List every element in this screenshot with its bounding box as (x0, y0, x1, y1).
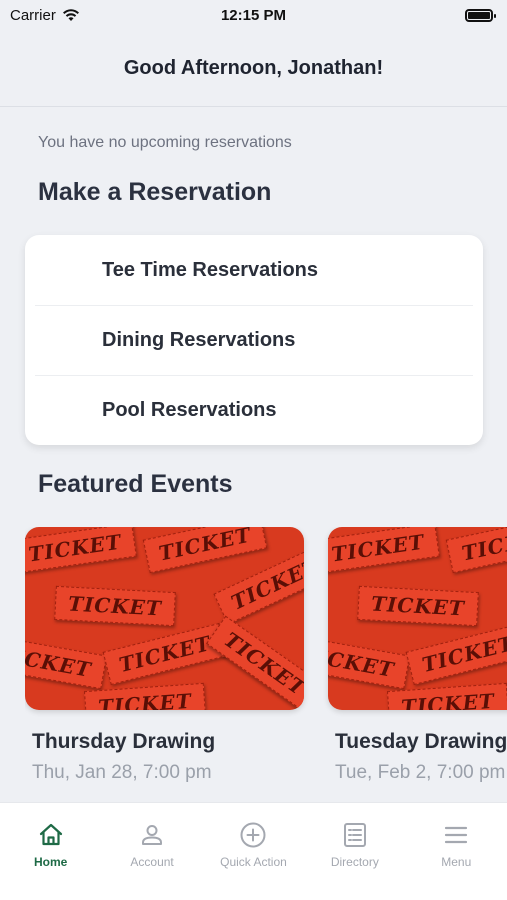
event-date: Thu, Jan 28, 7:00 pm (32, 762, 212, 783)
tab-bar: Home Account Quick Action Directory Menu (0, 802, 507, 900)
event-title: Thursday Drawing (32, 730, 216, 753)
event-card-tuesday-drawing[interactable]: TICKET TICKET TICKET TICKET TICKET TICKE… (328, 527, 507, 784)
home-icon (39, 823, 62, 846)
status-left: Carrier (10, 7, 80, 24)
directory-icon (343, 823, 366, 847)
reservation-item-label: Dining Reservations (102, 328, 296, 351)
ticket-graphic: TICKET (357, 585, 479, 627)
ticket-graphic: TICKET (25, 527, 137, 574)
ticket-graphic: TICKET (386, 682, 507, 710)
reservation-item-label: Pool Reservations (102, 398, 277, 421)
tab-directory[interactable]: Directory (304, 821, 405, 900)
ticket-graphic: TICKET (445, 527, 507, 574)
event-title: Tuesday Drawing (335, 730, 507, 753)
reservations-notice: You have no upcoming reservations (38, 134, 292, 151)
ticket-graphic: TICKET (83, 682, 207, 710)
pool-reservations-item[interactable]: Pool Reservations (25, 375, 483, 445)
event-image: TICKET TICKET TICKET TICKET TICKET TICKE… (328, 527, 507, 710)
tee-time-reservations-item[interactable]: Tee Time Reservations (25, 235, 483, 305)
ticket-graphic: TICKET (142, 527, 268, 574)
tab-label: Home (34, 855, 68, 869)
reservation-card: Tee Time Reservations Dining Reservation… (25, 235, 483, 445)
event-card-thursday-drawing[interactable]: TICKET TICKET TICKET TICKET TICKET TICKE… (25, 527, 304, 784)
featured-events-title: Featured Events (38, 470, 233, 498)
ticket-graphic: TICKET (54, 585, 176, 627)
dining-reservations-item[interactable]: Dining Reservations (25, 305, 483, 375)
ticket-graphic: TICKET (328, 527, 440, 574)
event-date: Tue, Feb 2, 7:00 pm (335, 762, 506, 783)
battery-icon (465, 8, 496, 22)
status-bar: Carrier 12:15 PM (0, 0, 507, 30)
ticket-graphic: TICKET (405, 622, 507, 686)
ticket-graphic: TICKET (25, 634, 108, 690)
tab-label: Quick Action (220, 855, 287, 869)
tab-menu[interactable]: Menu (406, 821, 507, 900)
wifi-icon (62, 9, 79, 21)
account-icon (142, 825, 163, 845)
tab-label: Account (130, 855, 174, 869)
ticket-graphic: TICKET (328, 634, 411, 690)
ticket-graphic: TICKET (102, 622, 228, 686)
featured-events-carousel[interactable]: TICKET TICKET TICKET TICKET TICKET TICKE… (25, 527, 507, 787)
event-image: TICKET TICKET TICKET TICKET TICKET TICKE… (25, 527, 304, 710)
tab-label: Menu (441, 855, 472, 869)
tab-home[interactable]: Home (0, 821, 101, 900)
header: Good Afternoon, Jonathan! (0, 30, 507, 107)
ticket-graphic: TICKET (206, 615, 304, 710)
tab-label: Directory (330, 855, 379, 869)
make-reservation-title: Make a Reservation (38, 178, 272, 206)
plus-circle-icon (240, 822, 266, 848)
menu-icon (445, 826, 468, 844)
carrier-label: Carrier (10, 6, 56, 24)
tab-quick-action[interactable]: Quick Action (203, 821, 304, 900)
greeting-title: Good Afternoon, Jonathan! (123, 56, 384, 79)
reservation-item-label: Tee Time Reservations (102, 258, 319, 281)
tab-account[interactable]: Account (102, 821, 203, 900)
